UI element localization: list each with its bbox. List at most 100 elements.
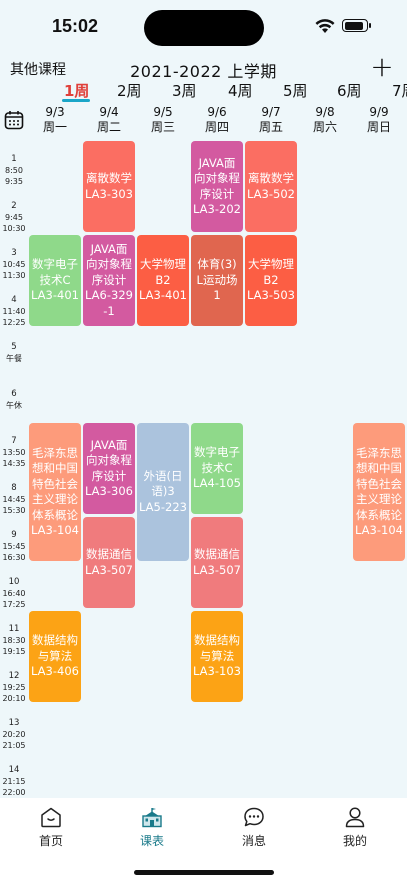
course-room: LA3-103 xyxy=(193,664,241,679)
course-room: LA3-202 xyxy=(193,202,241,216)
day-date: 9/6 xyxy=(207,105,227,119)
period-end: 11:30 xyxy=(2,271,26,280)
tab-week-1[interactable]: 1周 xyxy=(64,80,89,101)
add-course-button[interactable]: + xyxy=(368,53,396,82)
period-start: 14:45 xyxy=(2,495,26,504)
period-6: 6 午休 xyxy=(0,389,28,411)
period-start: 午休 xyxy=(6,401,22,410)
period-end: 22:00 xyxy=(2,788,26,797)
course-room: LA3-406 xyxy=(31,664,79,679)
period-start: 21:15 xyxy=(2,777,26,786)
course-name: 大学物理B2 xyxy=(248,257,294,287)
day-date: 9/4 xyxy=(99,105,119,119)
course-block[interactable]: 数字电子技术C LA4-105 xyxy=(191,423,243,514)
period-end: 12:25 xyxy=(2,318,26,327)
period-10: 10 16:40 17:25 xyxy=(0,577,28,610)
day-header-1: 9/3 周一 xyxy=(28,105,82,135)
course-block[interactable]: JAVA面向对象程序设计 LA3-202 xyxy=(191,141,243,232)
tab-week-7[interactable]: 7周 xyxy=(392,80,407,101)
home-icon xyxy=(41,807,61,828)
period-num: 1 xyxy=(11,154,17,164)
period-8: 8 14:45 15:30 xyxy=(0,483,28,516)
day-date: 9/7 xyxy=(261,105,281,119)
course-room: LA6-329-1 xyxy=(85,288,133,318)
day-date: 9/3 xyxy=(45,105,65,119)
course-block[interactable]: 毛泽东思想和中国特色社会主义理论体系概论 LA3-104 xyxy=(353,423,405,561)
tab-week-3[interactable]: 3周 xyxy=(172,80,197,101)
tab-schedule[interactable]: 课表 xyxy=(122,806,182,849)
period-num: 10 xyxy=(8,577,20,587)
period-num: 12 xyxy=(8,671,20,681)
course-block[interactable]: 大学物理B2 LA3-401 xyxy=(137,235,189,326)
status-bar: 15:02 xyxy=(0,0,407,56)
period-num: 6 xyxy=(11,389,17,399)
tab-messages[interactable]: 消息 xyxy=(224,806,284,849)
period-start: 11:40 xyxy=(2,307,26,316)
course-name: JAVA面向对象程序设计 xyxy=(86,437,132,483)
course-block[interactable]: JAVA面向对象程序设计 LA3-306 xyxy=(83,423,135,514)
period-start: 19:25 xyxy=(2,683,26,692)
period-start: 10:45 xyxy=(2,260,26,269)
course-name: 数据结构与算法 xyxy=(194,633,240,663)
tab-week-2[interactable]: 2周 xyxy=(117,80,142,101)
course-room: LA3-303 xyxy=(85,186,133,201)
schedule-icon xyxy=(142,808,162,828)
period-5: 5 午餐 xyxy=(0,342,28,364)
course-name: 数据结构与算法 xyxy=(32,633,78,663)
tab-home-label: 首页 xyxy=(38,834,63,848)
period-start: 13:50 xyxy=(2,448,26,457)
period-end: 19:15 xyxy=(2,647,26,656)
period-num: 11 xyxy=(8,624,20,634)
course-room: LA5-223 xyxy=(139,499,187,514)
period-9: 9 15:45 16:30 xyxy=(0,530,28,563)
tab-profile[interactable]: 我的 xyxy=(325,806,385,849)
period-end: 9:35 xyxy=(5,177,23,186)
calendar-icon[interactable] xyxy=(4,110,24,130)
day-header-2: 9/4 周二 xyxy=(82,105,136,135)
tab-schedule-label: 课表 xyxy=(139,834,164,848)
course-room: LA3-104 xyxy=(31,523,79,537)
period-end: 15:30 xyxy=(2,506,26,515)
course-block[interactable]: 外语(日语)3 LA5-223 xyxy=(137,423,189,561)
course-name: 数字电子技术C xyxy=(194,445,240,475)
course-name: 离散数学 xyxy=(248,171,294,185)
course-block[interactable]: JAVA面向对象程序设计 LA6-329-1 xyxy=(83,235,135,326)
period-start: 18:30 xyxy=(2,636,26,645)
period-num: 2 xyxy=(11,201,17,211)
period-end: 14:35 xyxy=(2,459,26,468)
dynamic-island xyxy=(144,10,264,46)
course-block[interactable]: 离散数学 LA3-303 xyxy=(83,141,135,232)
course-name: 毛泽东思想和中国特色社会主义理论体系概论 xyxy=(356,445,402,522)
period-12: 12 19:25 20:10 xyxy=(0,671,28,704)
period-num: 8 xyxy=(11,483,17,493)
tab-messages-label: 消息 xyxy=(241,834,266,848)
course-name: 数据通信 xyxy=(194,547,240,561)
course-block[interactable]: 体育(3) L运动场1 xyxy=(191,235,243,326)
day-header-4: 9/6 周四 xyxy=(190,105,244,135)
period-3: 3 10:45 11:30 xyxy=(0,248,28,281)
home-indicator xyxy=(134,870,274,875)
tab-week-4[interactable]: 4周 xyxy=(228,80,253,101)
period-2: 2 9:45 10:30 xyxy=(0,201,28,234)
period-num: 4 xyxy=(11,295,17,305)
course-block[interactable]: 数据通信 LA3-507 xyxy=(83,517,135,608)
tab-home[interactable]: 首页 xyxy=(21,806,81,849)
course-block[interactable]: 毛泽东思想和中国特色社会主义理论体系概论 LA3-104 xyxy=(29,423,81,561)
course-block[interactable]: 大学物理B2 LA3-503 xyxy=(245,235,297,326)
wifi-icon xyxy=(315,19,335,33)
term-title[interactable]: 2021-2022 上学期 xyxy=(130,58,277,82)
course-name: 外语(日语)3 xyxy=(143,468,183,499)
course-block[interactable]: 数字电子技术C LA3-401 xyxy=(29,235,81,326)
course-name: JAVA面向对象程序设计 xyxy=(194,155,240,201)
day-weekday: 周四 xyxy=(204,120,229,134)
day-header-5: 9/7 周五 xyxy=(244,105,298,135)
course-block[interactable]: 数据通信 LA3-507 xyxy=(191,517,243,608)
tab-profile-label: 我的 xyxy=(342,834,367,848)
course-name: JAVA面向对象程序设计 xyxy=(86,241,132,287)
course-block[interactable]: 数据结构与算法 LA3-406 xyxy=(29,611,81,702)
course-block[interactable]: 数据结构与算法 LA3-103 xyxy=(191,611,243,702)
tab-week-6[interactable]: 6周 xyxy=(337,80,362,101)
course-block[interactable]: 离散数学 LA3-502 xyxy=(245,141,297,232)
tab-week-5[interactable]: 5周 xyxy=(283,80,308,101)
period-num: 5 xyxy=(11,342,17,352)
